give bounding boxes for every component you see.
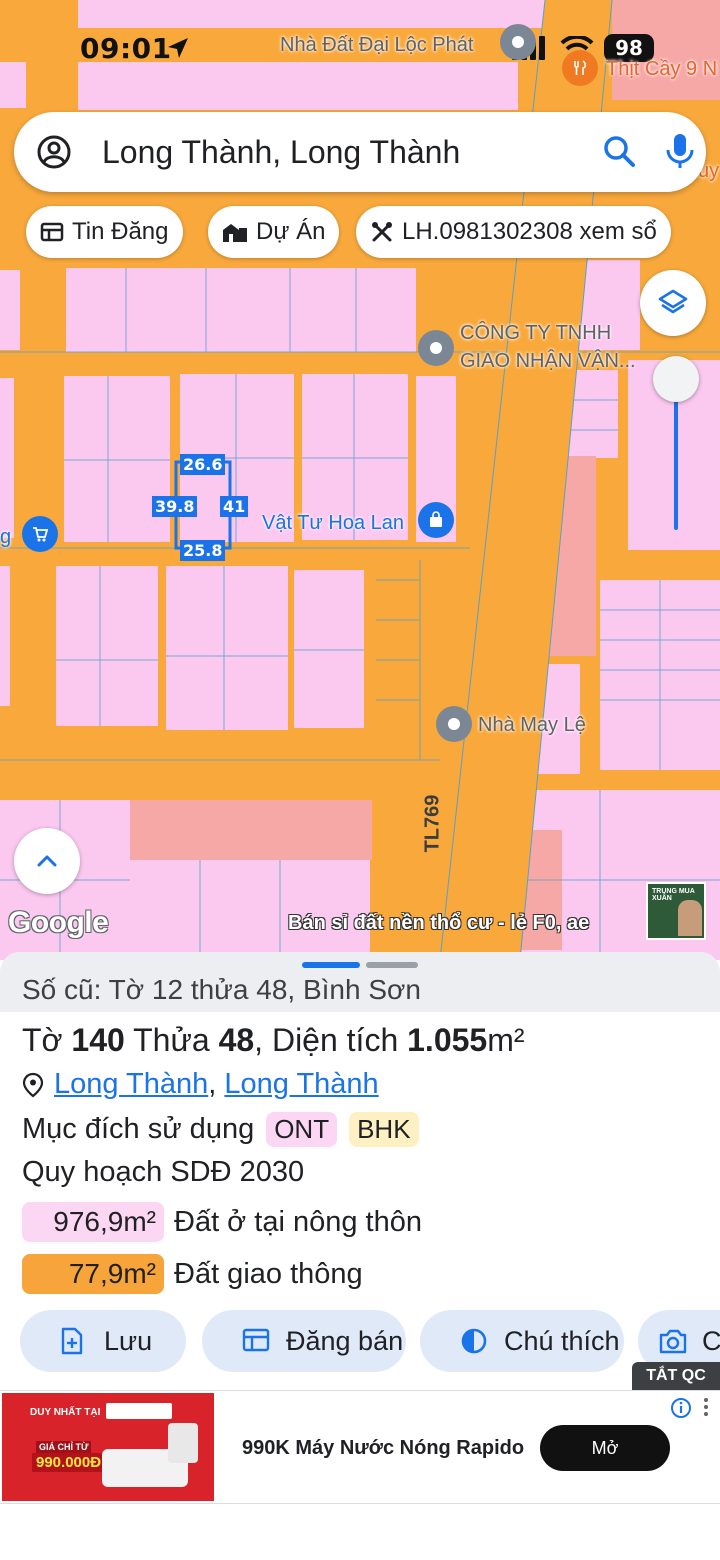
save-button[interactable]: Lưu [20,1310,186,1372]
chip-contact[interactable]: LH.0981302308 xem sổ [356,206,671,258]
area-value-road: 77,9m² [22,1254,164,1294]
usage-tag-ont: ONT [266,1112,338,1147]
dimension-right: 41 [220,496,249,517]
map-banner-text[interactable]: Bán sỉ đất nền thổ cư - lẻ F0, ae [288,912,589,935]
shopping-bag-pin-icon[interactable] [418,502,454,538]
post-sale-button-label: Đăng bán [286,1325,404,1356]
chip-listings[interactable]: Tin Đăng [26,206,183,258]
listing-icon [40,222,64,242]
chip-projects-label: Dự Án [256,218,326,245]
chip-listings-label: Tin Đăng [72,218,169,245]
ad-banner[interactable]: DUY NHẤT TẠI GIÁ CHỈ TỪ 990.000Đ 990K Má… [0,1390,720,1504]
legend-icon [461,1328,487,1354]
usage-purpose-label: Mục đích sử dụng [22,1113,255,1145]
ad-title[interactable]: 990K Máy Nước Nóng Rapido [242,1437,524,1460]
ad-store-logo [106,1403,172,1419]
dimension-left: 39.8 [152,496,198,517]
account-icon[interactable] [36,134,72,170]
ad-image-text: DUY NHẤT TẠI [30,1407,101,1418]
area-prefix: , Diện tích [254,1022,408,1058]
usage-tag-bhk: BHK [349,1112,419,1147]
sheet-drag-handle[interactable] [302,962,360,968]
tools-icon [372,222,392,242]
usage-purpose: Mục đích sử dụng ONT BHK [22,1112,419,1147]
area-unit: m² [487,1022,525,1058]
camera-icon [659,1329,687,1354]
opacity-slider-track[interactable] [674,380,678,530]
ad-image[interactable]: DUY NHẤT TẠI GIÁ CHỈ TỪ 990.000Đ [2,1393,214,1501]
layers-icon [658,289,688,314]
map-label-top-place[interactable]: Nhà Đất Đại Lộc Phát [280,34,473,57]
parcel-summary: Tờ 140 Thửa 48, Diện tích 1.055m² [22,1022,525,1059]
map-label-restaurant[interactable]: Thịt Cầy 9 N [606,58,717,81]
banner-person-image [678,900,702,936]
ad-open-button[interactable]: Mở [540,1425,670,1471]
dimension-bottom: 25.8 [180,540,226,561]
post-sale-button[interactable]: Đăng bán [202,1310,406,1372]
area-value: 1.055 [407,1022,488,1058]
mic-icon[interactable] [664,132,696,170]
chip-contact-label: LH.0981302308 xem sổ [402,218,657,245]
old-parcel-number: Số cũ: Tờ 12 thửa 48, Bình Sơn [22,974,421,1005]
location-link-district[interactable]: Long Thành [54,1068,208,1101]
device-image [168,1423,198,1463]
ad-price-label: GIÁ CHỈ TỪ [36,1441,92,1453]
area-label-road: Đất giao thông [174,1257,363,1290]
search-input[interactable]: Long Thành, Long Thành [102,134,460,171]
area-value-residential: 976,9m² [22,1202,164,1242]
map-view[interactable]: 09:01 98 Nhà Đất Đại Lộc Phát Thịt Cầy 9… [0,0,720,960]
road-label: TL769 [421,794,444,853]
chip-projects[interactable]: Dự Án [208,206,340,258]
location-pin-icon [22,1072,44,1097]
company-pin-icon[interactable] [418,330,454,366]
area-row-road: 77,9m² Đất giao thông [22,1254,363,1294]
camera-button-label: C [702,1325,720,1356]
map-label-left-edge: g [0,526,12,548]
ad-price: 990.000Đ [32,1453,106,1472]
planning-label: Quy hoạch SDĐ 2030 [22,1156,305,1188]
restaurant-pin-icon[interactable] [562,50,598,86]
hide-ads-button[interactable]: TẮT QC [632,1362,720,1390]
dimension-top: 26.6 [180,454,226,475]
save-button-label: Lưu [104,1325,153,1356]
area-label-residential: Đất ở tại nông thôn [174,1205,422,1238]
ad-options-icon[interactable] [698,1395,714,1419]
map-label-company-2[interactable]: GIAO NHẬN VẬN... [460,350,636,373]
project-icon [223,224,247,242]
map-label-company-1[interactable]: CÔNG TY TNHH [460,322,611,345]
google-logo: Google [8,906,109,939]
place-pin-icon[interactable] [500,24,536,60]
sheet-prefix: Tờ [22,1022,72,1058]
location-link-province[interactable]: Long Thành [224,1068,378,1101]
legend-button[interactable]: Chú thích [420,1310,624,1372]
layers-button[interactable] [640,270,706,336]
tailor-pin-icon[interactable] [436,706,472,742]
location-separator: , [208,1068,217,1100]
sheet-page-indicator[interactable] [366,962,418,968]
post-sale-icon [242,1328,270,1352]
sheet-number: 140 [71,1022,125,1058]
plot-prefix: Thửa [124,1022,219,1058]
ad-info-icon[interactable] [670,1397,692,1419]
map-label-shop[interactable]: Vật Tư Hoa Lan [262,512,404,535]
legend-button-label: Chú thích [504,1325,620,1356]
status-time: 09:01 [80,32,172,65]
location-arrow-icon [168,38,188,58]
search-icon[interactable] [602,134,636,168]
location-line: Long Thành, Long Thành [22,1068,379,1101]
sheet-header[interactable]: Số cũ: Tờ 12 thửa 48, Bình Sơn [0,952,720,1012]
banner-thumbnail-text: TRUNG MUA XUÂN [652,888,695,902]
search-bar[interactable]: Long Thành, Long Thành [14,112,706,192]
cart-pin-icon[interactable] [22,516,58,552]
plot-number: 48 [218,1022,255,1058]
banner-thumbnail[interactable]: TRUNG MUA XUÂN [646,882,706,940]
area-row-residential: 976,9m² Đất ở tại nông thôn [22,1202,422,1242]
opacity-slider-thumb[interactable] [653,356,699,402]
save-file-icon [61,1327,83,1355]
expand-button[interactable] [14,828,80,894]
chevron-up-icon [37,855,57,867]
map-label-tailor[interactable]: Nhà May Lệ [478,714,586,737]
